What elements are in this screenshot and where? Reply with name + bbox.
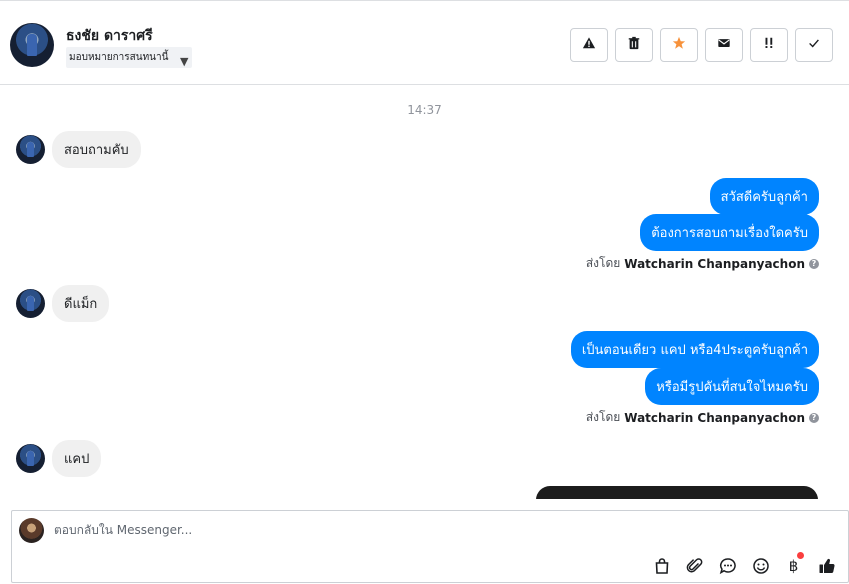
outgoing-message-bubble[interactable]: หรือมีรูปคันที่สนใจไหมครับ bbox=[645, 368, 819, 405]
outgoing-message-bubble[interactable]: ต้องการสอบถามเรื่องใดครับ bbox=[640, 214, 819, 251]
composer-tools: ฿ bbox=[650, 552, 838, 577]
outgoing-message-bubble[interactable]: เป็นตอนเดียว แคป หรือ4ประตูครับลูกค้า bbox=[570, 331, 819, 368]
page-avatar bbox=[19, 518, 44, 543]
envelope-icon bbox=[717, 36, 731, 54]
message-thread[interactable]: 14:37 สอบถามคับ สวัสดีครับลูกค้า ต้องการ… bbox=[0, 86, 849, 499]
caret-down-icon: ▼ bbox=[180, 55, 189, 68]
mark-done-button[interactable] bbox=[795, 28, 833, 62]
sent-by-name: Watcharin Chanpanyachon bbox=[624, 256, 805, 271]
sender-avatar bbox=[16, 444, 45, 473]
reply-input[interactable] bbox=[54, 523, 654, 537]
check-icon bbox=[807, 36, 821, 54]
sent-by-prefix: ส่งโดย bbox=[585, 410, 621, 424]
assign-conversation-label: มอบหมายการสนทนานี้ bbox=[69, 52, 169, 63]
paperclip-icon[interactable] bbox=[683, 554, 706, 577]
mark-unread-button[interactable] bbox=[705, 28, 743, 62]
sender-avatar bbox=[16, 289, 45, 318]
reply-composer: ฿ bbox=[11, 510, 849, 583]
conversation-panel: ธงชัย ดาราศรี มอบหมายการสนทนานี้ ▼ 14:37… bbox=[0, 0, 849, 584]
delete-button[interactable] bbox=[615, 28, 653, 62]
sent-by-name: Watcharin Chanpanyachon bbox=[624, 410, 805, 425]
outgoing-message-bubble[interactable]: สวัสดีครับลูกค้า bbox=[709, 178, 819, 215]
sender-avatar bbox=[16, 135, 45, 164]
trash-icon bbox=[627, 36, 641, 54]
contact-name[interactable]: ธงชัย ดาราศรี bbox=[66, 25, 153, 47]
contact-avatar[interactable] bbox=[10, 23, 54, 67]
follow-up-button[interactable] bbox=[750, 28, 788, 62]
emoji-icon[interactable] bbox=[749, 554, 772, 577]
star-icon bbox=[672, 36, 686, 54]
sent-by-label: ส่งโดย Watcharin Chanpanyachon ? bbox=[586, 254, 819, 273]
message-bubble[interactable]: ดีแม็ก bbox=[52, 285, 110, 322]
incoming-message: สอบถามคับ bbox=[16, 131, 141, 168]
chat-bubble-icon[interactable] bbox=[716, 554, 739, 577]
thumbs-up-icon[interactable] bbox=[815, 554, 838, 577]
message-bubble[interactable]: สอบถามคับ bbox=[52, 131, 141, 168]
attachment-preview[interactable] bbox=[536, 486, 818, 499]
incoming-message: ดีแม็ก bbox=[16, 285, 110, 322]
assign-conversation-dropdown[interactable]: มอบหมายการสนทนานี้ ▼ bbox=[66, 47, 193, 68]
message-bubble[interactable]: แคป bbox=[52, 440, 102, 477]
conversation-header: ธงชัย ดาราศรี มอบหมายการสนทนานี้ ▼ bbox=[0, 5, 849, 85]
info-icon[interactable]: ? bbox=[809, 258, 819, 269]
warning-icon bbox=[582, 36, 596, 54]
follow-up-icon bbox=[762, 36, 776, 54]
shopping-bag-icon[interactable] bbox=[650, 554, 673, 577]
thread-timestamp: 14:37 bbox=[407, 103, 442, 117]
incoming-message: แคป bbox=[16, 440, 102, 477]
sent-by-prefix: ส่งโดย bbox=[585, 256, 621, 270]
mark-spam-button[interactable] bbox=[570, 28, 608, 62]
header-actions bbox=[570, 28, 833, 62]
star-button[interactable] bbox=[660, 28, 698, 62]
sent-by-label: ส่งโดย Watcharin Chanpanyachon ? bbox=[586, 408, 819, 427]
notification-dot bbox=[797, 552, 804, 559]
info-icon[interactable]: ? bbox=[809, 412, 819, 423]
baht-icon[interactable]: ฿ bbox=[782, 552, 805, 577]
